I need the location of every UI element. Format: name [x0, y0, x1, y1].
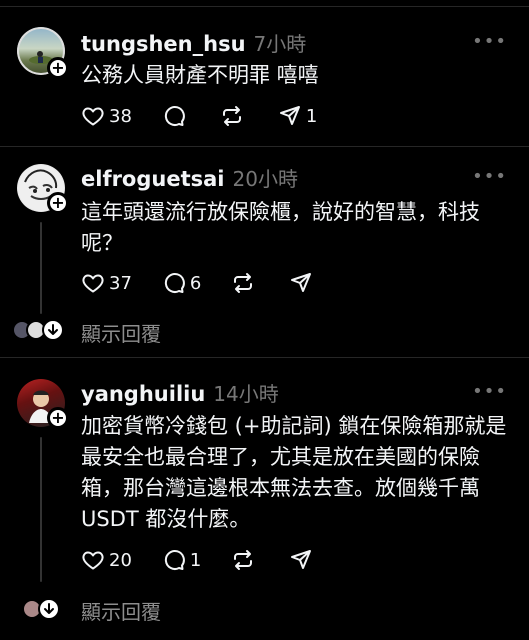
- show-replies-link[interactable]: 顯示回覆: [81, 596, 161, 625]
- comment-icon: [164, 273, 185, 293]
- username[interactable]: elfroguetsai: [81, 167, 225, 191]
- send-icon: [291, 550, 312, 569]
- username-row: tungshen_hsu 7小時: [81, 28, 306, 57]
- share-button[interactable]: [289, 548, 317, 572]
- post-time: 20小時: [232, 167, 298, 191]
- like-button[interactable]: 20: [81, 548, 132, 572]
- like-count: 38: [109, 105, 132, 127]
- comment-icon: [164, 550, 185, 570]
- like-button[interactable]: 37: [81, 271, 132, 295]
- share-button[interactable]: [289, 271, 317, 295]
- post-1: + tungshen_hsu 7小時 ••• 公務人員財產不明罪 嘻嘻 38 1: [0, 0, 529, 145]
- comment-button[interactable]: 1: [162, 548, 201, 572]
- send-icon: [279, 106, 300, 125]
- post-text: 這年頭還流行放保險櫃，說好的智慧，科技呢？: [81, 200, 480, 255]
- post-text: 加密貨幣冷錢包 (+助記詞) 鎖在保險箱那就是最安全也最合理了，尤其是放在美國的…: [81, 414, 507, 531]
- share-count: 1: [305, 105, 318, 127]
- follow-plus-icon[interactable]: +: [47, 57, 69, 79]
- heart-icon: [82, 551, 104, 570]
- username[interactable]: yanghuiliu: [81, 382, 205, 406]
- send-icon: [291, 273, 312, 292]
- repost-icon: [234, 273, 253, 293]
- post-time: 7小時: [253, 32, 307, 56]
- action-bar: 37 6: [81, 269, 347, 297]
- repost-button[interactable]: [231, 271, 259, 295]
- more-options-icon[interactable]: •••: [472, 381, 507, 402]
- thread-line: [40, 222, 42, 314]
- follow-plus-icon[interactable]: +: [47, 407, 69, 429]
- like-count: 37: [109, 272, 132, 294]
- post-2: + elfroguetsai 20小時 ••• 這年頭還流行放保險櫃，說好的智慧，…: [0, 147, 529, 357]
- post-time: 14小時: [213, 382, 279, 406]
- repost-button[interactable]: [220, 104, 248, 128]
- comment-count: 6: [189, 272, 202, 294]
- reply-avatars[interactable]: [22, 598, 60, 620]
- comment-button[interactable]: 6: [162, 271, 201, 295]
- username-row: yanghuiliu 14小時: [81, 378, 279, 407]
- chevron-down-icon: [38, 598, 60, 620]
- chevron-down-icon: [42, 319, 64, 341]
- post-text: 公務人員財產不明罪 嘻嘻: [81, 63, 319, 87]
- share-button[interactable]: 1: [278, 104, 317, 128]
- username[interactable]: tungshen_hsu: [81, 32, 246, 56]
- follow-plus-icon[interactable]: +: [47, 192, 69, 214]
- comment-button[interactable]: [162, 104, 190, 128]
- post-3: + yanghuiliu 14小時 ••• 加密貨幣冷錢包 (+助記詞) 鎖在保險…: [0, 358, 529, 640]
- show-replies-link[interactable]: 顯示回覆: [81, 318, 161, 347]
- thread-line: [40, 437, 42, 582]
- action-bar: 20 1: [81, 546, 347, 574]
- like-count: 20: [109, 549, 132, 571]
- comment-icon: [164, 106, 185, 126]
- heart-icon: [82, 274, 104, 293]
- more-options-icon[interactable]: •••: [472, 31, 507, 52]
- heart-icon: [82, 107, 104, 126]
- action-bar: 38 1: [81, 102, 347, 130]
- repost-button[interactable]: [231, 548, 259, 572]
- comment-count: 1: [189, 549, 202, 571]
- like-button[interactable]: 38: [81, 104, 132, 128]
- reply-avatars[interactable]: [12, 319, 64, 341]
- more-options-icon[interactable]: •••: [472, 166, 507, 187]
- repost-icon: [234, 550, 253, 570]
- username-row: elfroguetsai 20小時: [81, 163, 298, 192]
- repost-icon: [222, 106, 241, 126]
